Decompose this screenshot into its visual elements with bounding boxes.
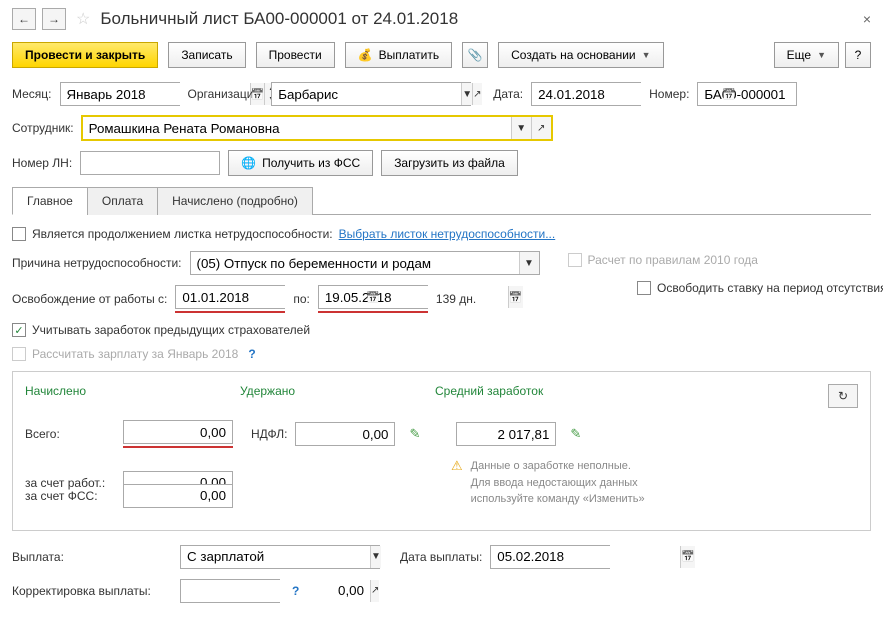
warning-text: Данные о заработке неполные. Для ввода н… [471, 458, 645, 508]
accrued-title: Начислено [25, 384, 240, 408]
reason-input[interactable]: ▼ [190, 251, 540, 275]
save-button[interactable]: Записать [168, 42, 245, 68]
warning-icon: ⚠ [451, 458, 463, 474]
chevron-down-icon: ▼ [817, 50, 826, 60]
prev-insurers-label: Учитывать заработок предыдущих страховат… [32, 323, 310, 337]
calc-salary-checkbox [12, 347, 26, 361]
create-based-button[interactable]: Создать на основании ▼ [498, 42, 663, 68]
help-icon[interactable]: ? [248, 347, 255, 361]
month-input[interactable]: ▲ ▼ [60, 82, 180, 106]
continuation-label: Является продолжением листка нетрудоспос… [32, 227, 333, 241]
rules2010-label: Расчет по правилам 2010 года [588, 253, 758, 267]
calendar-icon[interactable] [680, 546, 695, 568]
total-label: Всего: [25, 427, 115, 441]
back-button[interactable]: ← [12, 8, 36, 30]
reason-dropdown[interactable]: ▼ [519, 252, 539, 274]
avg-title: Средний заработок [435, 384, 543, 408]
tabs: Главное Оплата Начислено (подробно) [12, 186, 871, 215]
days-count: 139 дн. [436, 292, 476, 306]
date-to-label: по: [293, 292, 310, 306]
ln-label: Номер ЛН: [12, 156, 72, 170]
more-button[interactable]: Еще ▼ [774, 42, 839, 68]
reason-label: Причина нетрудоспособности: [12, 256, 182, 270]
get-fss-button[interactable]: 🌐 Получить из ФСС [228, 150, 373, 176]
ndfl-input[interactable] [295, 422, 395, 446]
date-from-input[interactable] [175, 285, 285, 309]
correction-open[interactable]: ↗ [370, 580, 379, 602]
correction-input[interactable]: ↗ [180, 579, 280, 603]
employee-label: Сотрудник: [12, 121, 74, 135]
edit-icon[interactable]: ✎ [409, 426, 420, 442]
post-close-button[interactable]: Провести и закрыть [12, 42, 158, 68]
date-input[interactable] [531, 82, 641, 106]
calc-salary-label: Рассчитать зарплату за Январь 2018 [32, 347, 238, 361]
employee-dropdown[interactable]: ▼ [511, 117, 531, 139]
forward-button[interactable]: → [42, 8, 66, 30]
edit-icon[interactable]: ✎ [570, 426, 581, 442]
withheld-title: Удержано [240, 384, 435, 408]
release-position-checkbox[interactable] [637, 281, 651, 295]
payout-input[interactable]: ▼ [180, 545, 380, 569]
help-button[interactable]: ? [845, 42, 871, 68]
chevron-down-icon: ▼ [642, 50, 651, 60]
release-from-label: Освобождение от работы с: [12, 292, 167, 306]
date-label: Дата: [493, 87, 523, 101]
total-input[interactable] [123, 420, 233, 444]
correction-label: Корректировка выплаты: [12, 584, 172, 598]
payout-label: Выплата: [12, 550, 172, 564]
org-dropdown[interactable]: ▼ [461, 83, 472, 105]
payout-dropdown[interactable]: ▼ [370, 546, 381, 568]
page-title: Больничный лист БА00-000001 от 24.01.201… [100, 9, 458, 29]
ndfl-label: НДФЛ: [251, 427, 287, 441]
select-sheet-link[interactable]: Выбрать листок нетрудоспособности... [339, 227, 556, 241]
month-label: Месяц: [12, 87, 52, 101]
number-label: Номер: [649, 87, 689, 101]
employee-input[interactable]: ▼ ↗ [82, 116, 552, 140]
avg-input[interactable] [456, 422, 556, 446]
fss-label: за счет ФСС: [25, 489, 115, 503]
favorite-icon[interactable]: ☆ [76, 9, 90, 29]
prev-insurers-checkbox[interactable]: ✓ [12, 323, 26, 337]
org-open[interactable]: ↗ [472, 83, 481, 105]
number-input[interactable] [697, 82, 797, 106]
employee-open[interactable]: ↗ [531, 117, 551, 139]
post-button[interactable]: Провести [256, 42, 335, 68]
pay-button[interactable]: 💰 Выплатить [345, 42, 452, 68]
load-file-button[interactable]: Загрузить из файла [381, 150, 518, 176]
tab-accrued-detail[interactable]: Начислено (подробно) [157, 187, 313, 215]
payout-date-label: Дата выплаты: [400, 550, 482, 564]
ln-input[interactable] [80, 151, 220, 175]
payout-date-input[interactable] [490, 545, 610, 569]
release-position-label: Освободить ставку на период отсутствия [657, 281, 883, 295]
continuation-checkbox[interactable] [12, 227, 26, 241]
tab-main[interactable]: Главное [12, 187, 88, 215]
calendar-icon[interactable] [508, 286, 523, 308]
refresh-button[interactable]: ↻ [828, 384, 858, 408]
help-icon[interactable]: ? [292, 584, 299, 598]
pay-icon: 💰 [358, 48, 373, 62]
close-icon[interactable]: × [863, 11, 871, 27]
org-input[interactable]: ▼ ↗ [271, 82, 471, 106]
fss-input[interactable] [123, 484, 233, 508]
rules2010-checkbox [568, 253, 582, 267]
fss-icon: 🌐 [241, 156, 256, 170]
attach-button[interactable]: 📎 [462, 42, 488, 68]
tab-payment[interactable]: Оплата [87, 187, 158, 215]
